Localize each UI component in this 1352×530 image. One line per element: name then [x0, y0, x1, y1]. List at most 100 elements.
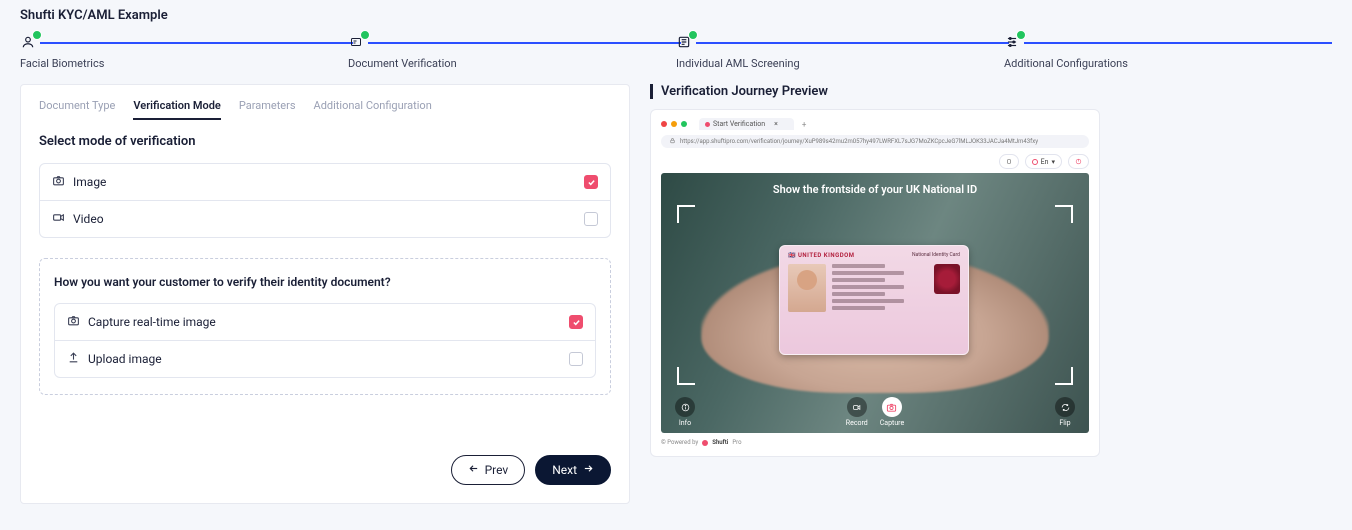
step-label: Additional Configurations [1004, 57, 1128, 70]
lang-label: En [1041, 158, 1049, 166]
option-label: Upload image [88, 352, 162, 366]
option-label: Image [73, 175, 106, 189]
config-card: Document Type Verification Mode Paramete… [20, 84, 630, 504]
preview-column: Verification Journey Preview Start Verif… [650, 84, 1332, 504]
verify-option-upload[interactable]: Upload image [55, 340, 595, 377]
button-label: Next [552, 463, 577, 477]
tab-document-type[interactable]: Document Type [39, 99, 115, 120]
lock-icon [669, 137, 676, 146]
step-facial-biometrics[interactable]: Facial Biometrics [20, 33, 348, 70]
brand-logo-icon [702, 440, 708, 446]
record-button: Record [846, 397, 868, 427]
corner-icon [1055, 367, 1073, 385]
device-toggle [999, 154, 1019, 169]
close-icon: × [774, 120, 778, 128]
page-title: Shufti KYC/AML Example [0, 0, 1352, 29]
check-icon [360, 30, 370, 40]
preview-toolbar: En ▾ [661, 154, 1089, 169]
check-icon [1016, 30, 1026, 40]
stepper: Facial Biometrics Document Verification … [0, 29, 1352, 84]
control-label: Flip [1059, 419, 1070, 427]
corner-icon [677, 205, 695, 223]
browser-mock: Start Verification × + https://app.shuft… [650, 109, 1100, 457]
tab-title: Start Verification [713, 120, 765, 128]
mode-option-list: Image Video [39, 163, 611, 238]
checkbox-checked[interactable] [584, 175, 598, 189]
scene-caption: Show the frontside of your UK National I… [661, 183, 1089, 196]
section-heading: Select mode of verification [39, 134, 611, 149]
record-icon [847, 397, 867, 417]
camera-scene: Show the frontside of your UK National I… [661, 173, 1089, 433]
flip-button: Flip [1055, 397, 1075, 427]
verify-option-capture[interactable]: Capture real-time image [55, 304, 595, 340]
verify-option-list: Capture real-time image Upload image [54, 303, 596, 378]
close-dot-icon [661, 121, 667, 127]
tab-parameters[interactable]: Parameters [239, 99, 296, 120]
url-bar: https://app.shuftipro.com/verification/j… [661, 135, 1089, 148]
capture-button: Capture [880, 397, 904, 427]
checkbox-checked[interactable] [569, 315, 583, 329]
maximize-dot-icon [681, 121, 687, 127]
camera-icon [52, 174, 65, 190]
preview-title: Verification Journey Preview [650, 84, 1332, 99]
minimize-dot-icon [671, 121, 677, 127]
next-button[interactable]: Next [535, 455, 611, 485]
id-card-mock: 🇬🇧 UNITED KINGDOM National Identity Card [779, 245, 969, 355]
step-line [1024, 42, 1332, 44]
arrow-right-icon [583, 463, 594, 477]
id-crest-icon [934, 264, 960, 294]
flip-icon [1055, 397, 1075, 417]
control-label: Info [679, 419, 691, 427]
new-tab-icon: + [802, 120, 807, 129]
checkbox-unchecked[interactable] [584, 212, 598, 226]
powered-brand: Shufti [712, 439, 728, 446]
info-icon [675, 397, 695, 417]
power-button [1068, 154, 1089, 169]
checkbox-unchecked[interactable] [569, 352, 583, 366]
control-label: Capture [880, 419, 904, 427]
step-label: Document Verification [348, 57, 457, 70]
chevron-down-icon: ▾ [1051, 158, 1055, 166]
tab-verification-mode[interactable]: Verification Mode [133, 99, 220, 120]
step-line [696, 42, 1009, 44]
step-line [40, 42, 353, 44]
step-additional-config[interactable]: Additional Configurations [1004, 33, 1332, 70]
step-label: Individual AML Screening [676, 57, 800, 70]
option-label: Video [73, 212, 104, 226]
scene-controls: Info Record Captu [661, 397, 1089, 427]
footer-buttons: Prev Next [39, 395, 611, 485]
button-label: Prev [485, 463, 509, 477]
camera-icon [67, 314, 80, 330]
mode-option-image[interactable]: Image [40, 164, 610, 200]
id-photo-icon [788, 264, 826, 312]
language-selector: En ▾ [1025, 154, 1062, 169]
powered-by: © Powered by Shufti Pro [661, 439, 1089, 446]
tab-favicon-icon [705, 122, 710, 127]
upload-icon [67, 351, 80, 367]
step-label: Facial Biometrics [20, 57, 104, 70]
mock-window-controls: Start Verification × + [661, 118, 1089, 130]
step-line [368, 42, 681, 44]
option-label: Capture real-time image [88, 315, 216, 329]
capture-icon [882, 397, 902, 417]
corner-icon [1055, 205, 1073, 223]
prev-button[interactable]: Prev [451, 455, 526, 485]
check-icon [688, 30, 698, 40]
corner-icon [677, 367, 695, 385]
step-aml-screening[interactable]: Individual AML Screening [676, 33, 1004, 70]
arrow-left-icon [468, 463, 479, 477]
globe-icon [1032, 159, 1038, 165]
check-icon [32, 30, 42, 40]
verify-method-panel: How you want your customer to verify the… [39, 258, 611, 395]
browser-tab: Start Verification × [699, 118, 794, 130]
config-tabs: Document Type Verification Mode Paramete… [39, 99, 611, 120]
id-text-lines [832, 264, 928, 312]
video-icon [52, 211, 65, 227]
mode-option-video[interactable]: Video [40, 200, 610, 237]
tab-additional-configuration[interactable]: Additional Configuration [314, 99, 432, 120]
sub-panel-heading: How you want your customer to verify the… [54, 275, 596, 289]
step-document-verification[interactable]: Document Verification [348, 33, 676, 70]
control-label: Record [846, 419, 868, 427]
powered-suffix: Pro [732, 439, 741, 446]
info-button: Info [675, 397, 695, 427]
